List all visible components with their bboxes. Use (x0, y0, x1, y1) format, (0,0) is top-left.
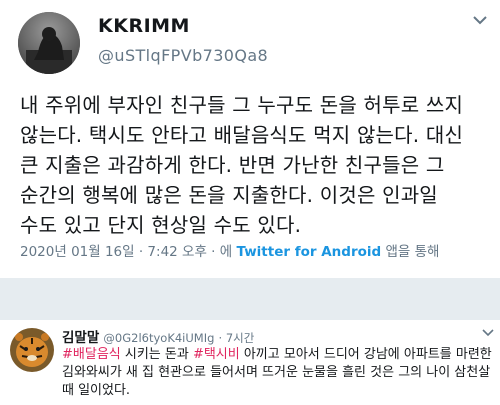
reply-header: 김말말 @0G2l6tyoK4iUMIg · 7시간 (62, 326, 254, 346)
reply-tweet: 김말말 @0G2l6tyoK4iUMIg · 7시간 #배달음식 시키는 돈과 … (0, 320, 500, 405)
avatar[interactable] (10, 328, 54, 372)
chevron-down-icon[interactable] (472, 14, 488, 26)
reply-handle[interactable]: @0G2l6tyoK4iUMIg (103, 331, 214, 345)
tweet-meta: 2020년 01월 16일 · 7:42 오후 · 에 Twitter for … (20, 240, 439, 260)
separator (0, 278, 500, 320)
hashtag-link[interactable]: #배달음식 (62, 347, 121, 362)
main-tweet: KKRIMM @uSTlqFPVb730Qa8 내 주위에 부자인 친구들 그 … (0, 0, 500, 290)
source-suffix: 앱을 통해 (381, 244, 440, 260)
reply-time[interactable]: · 7시간 (219, 331, 255, 345)
display-name[interactable]: KKRIMM (98, 15, 190, 37)
user-handle[interactable]: @uSTlqFPVb730Qa8 (98, 46, 268, 65)
timestamp[interactable]: 2020년 01월 16일 · 7:42 오후 · 에 (20, 244, 236, 260)
reply-text-segment: 시키는 돈과 (120, 347, 193, 362)
hashtag-link[interactable]: #택시비 (193, 347, 240, 362)
avatar[interactable] (18, 12, 80, 74)
reply-display-name[interactable]: 김말말 (62, 330, 99, 346)
source-link[interactable]: Twitter for Android (236, 244, 381, 260)
tweet-text: 내 주위에 부자인 친구들 그 누구도 돈을 허투로 쓰지 않는다. 택시도 안… (20, 93, 464, 237)
chevron-down-icon[interactable] (482, 328, 494, 337)
reply-text: #배달음식 시키는 돈과 #택시비 아끼고 모아서 드디어 강남에 아파트를 마… (62, 346, 498, 400)
